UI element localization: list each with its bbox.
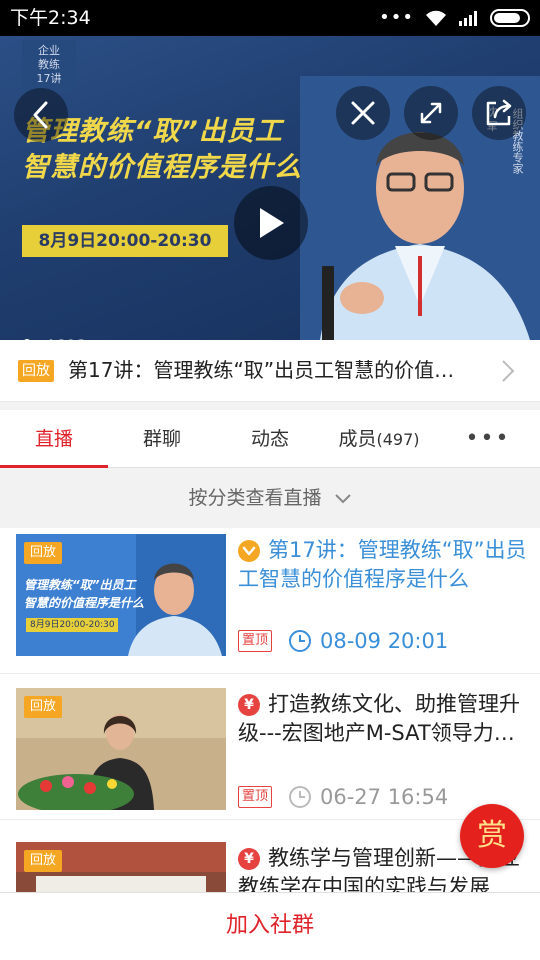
brand-badge: 企业 教练 17讲 (22, 40, 76, 92)
list-thumbnail: 回放 管理教练“取”出员工 智慧的价值程序是什么 8月9日20:00-20:30 (16, 534, 226, 656)
status-time: 下午2:34 (10, 7, 91, 29)
signal-icon (459, 11, 477, 26)
chevron-down-icon (334, 493, 351, 503)
list-item-time-value: 06-27 16:54 (320, 785, 449, 809)
tab-members-count: (497) (376, 430, 420, 449)
notification-dots: ••• (379, 7, 414, 28)
poster-title-line2: 智慧的价值程序是什么 (22, 152, 302, 183)
tab-members[interactable]: 成员(497) (324, 410, 434, 468)
play-button[interactable] (234, 186, 308, 260)
category-filter[interactable]: 按分类查看直播 (0, 468, 540, 528)
clock-icon (289, 786, 311, 808)
video-player[interactable]: 企业 教练 17讲 管理教练“取”出员工 智慧的价值程序是什么 8月9日20:00-… (0, 36, 540, 340)
chevron-right-icon (502, 360, 515, 382)
list-item[interactable]: 回放 ¥ 打造教练文化、助推管理升级---宏图地产M-SAT领导力教练项目 置顶… (0, 674, 540, 820)
reward-button[interactable]: 赏 (460, 804, 524, 868)
status-bar: 下午2:34 ••• (0, 0, 540, 36)
clock-icon (289, 630, 311, 652)
pinned-tag: 置顶 (238, 786, 273, 808)
battery-icon (490, 9, 530, 27)
close-button[interactable] (336, 86, 390, 140)
thumbnail-title-line1: 管理教练“取”出员工 (24, 578, 136, 592)
thumbnail-title-line2: 智慧的价值程序是什么 (24, 596, 145, 610)
replay-tag: 回放 (24, 850, 63, 872)
section-divider (0, 402, 540, 410)
status-icons: ••• (379, 8, 530, 28)
close-icon (351, 101, 375, 125)
share-button[interactable] (472, 86, 526, 140)
list-item-title: 第17讲：管理教练“取”出员工智慧的价值程序是什么 (238, 538, 527, 591)
now-playing-title: 第17讲：管理教练“取”出员工智慧的价值程序是什么 (68, 358, 468, 382)
list-item-time: 08-09 20:01 (288, 627, 448, 655)
list-thumbnail: 回放 (16, 688, 226, 810)
fullscreen-button[interactable] (404, 86, 458, 140)
poster-time: 8月9日20:00-20:30 (22, 225, 228, 257)
back-icon (33, 101, 48, 129)
category-filter-label: 按分类查看直播 (188, 487, 322, 509)
pinned-tag: 置顶 (238, 630, 273, 652)
list-item[interactable]: 回放 ¥ 教练学与管理创新——企业教练学在中国的实践与发展 (0, 820, 540, 892)
more-button[interactable]: ••• (448, 410, 528, 468)
expand-icon (420, 102, 442, 124)
thumbnail-time: 8月9日20:00-20:30 (30, 620, 115, 630)
replay-tag: 回放 (24, 696, 63, 718)
list-item-time: 06-27 16:54 (288, 783, 448, 811)
tab-feed[interactable]: 动态 (216, 410, 324, 468)
list-item-time-value: 08-09 20:01 (320, 629, 449, 653)
now-playing-row[interactable]: 回放 第17讲：管理教练“取”出员工智慧的价值程序是什么 (0, 340, 540, 402)
play-icon (260, 208, 284, 238)
tab-members-label: 成员 (338, 428, 377, 450)
replay-tag: 回放 (24, 542, 63, 564)
thumbnail-title: 管理教练“取”出员工 智慧的价值程序是什么 (24, 576, 144, 612)
tab-bar: 直播 群聊 动态 成员(497) ••• (0, 410, 540, 468)
list-thumbnail: 回放 (16, 842, 226, 892)
list-item[interactable]: 回放 管理教练“取”出员工 智慧的价值程序是什么 8月9日20:00-20:30… (0, 528, 540, 674)
share-icon (486, 99, 512, 126)
wifi-icon (426, 10, 446, 26)
back-button[interactable] (14, 88, 68, 142)
replay-tag: 回放 (18, 360, 54, 382)
join-community-button[interactable]: 加入社群 (0, 892, 540, 960)
list-item-title: 打造教练文化、助推管理升级---宏图地产M-SAT领导力教练项目 (238, 692, 520, 745)
tab-live[interactable]: 直播 (0, 410, 108, 468)
tab-chat[interactable]: 群聊 (108, 410, 216, 468)
